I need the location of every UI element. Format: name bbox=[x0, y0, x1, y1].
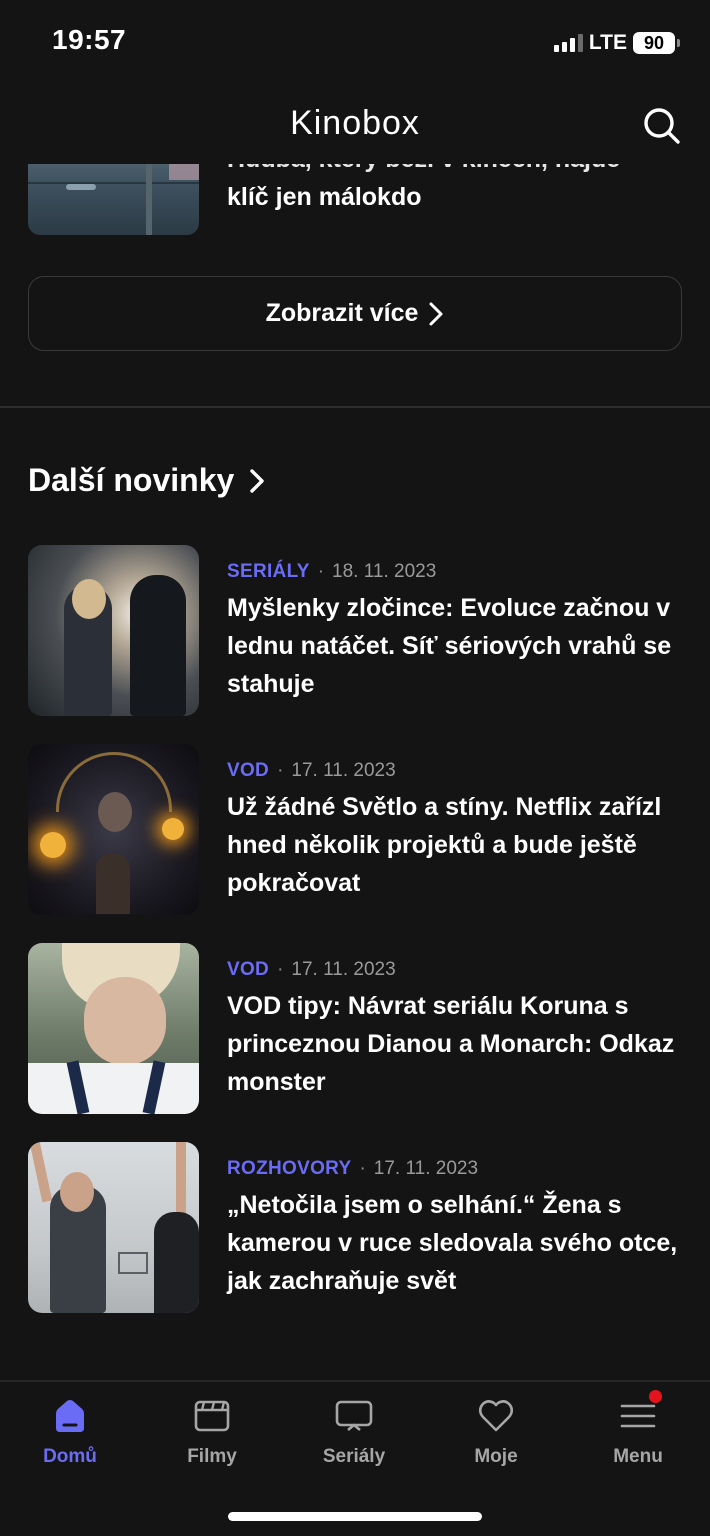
tab-label: Moje bbox=[474, 1446, 518, 1467]
tab-label: Menu bbox=[613, 1446, 663, 1467]
news-thumbnail bbox=[28, 744, 199, 915]
battery-icon: 90 bbox=[633, 32, 680, 54]
tab-label: Filmy bbox=[187, 1446, 237, 1467]
tv-icon bbox=[334, 1396, 374, 1436]
chevron-right-icon bbox=[429, 302, 443, 325]
news-title: Myšlenky zločince: Evoluce začnou v ledn… bbox=[227, 594, 672, 698]
show-more-button[interactable]: Zobrazit více bbox=[28, 276, 682, 351]
previous-article-title-line2: klíč jen málokdo bbox=[227, 183, 422, 211]
news-thumbnail bbox=[28, 545, 199, 716]
status-bar: 19:57 LTE 90 bbox=[0, 0, 710, 86]
meta-separator: · bbox=[277, 959, 284, 980]
home-indicator[interactable] bbox=[228, 1512, 482, 1521]
news-title: Už žádné Světlo a stíny. Netflix zařízl … bbox=[227, 793, 662, 897]
news-meta: VOD · 17. 11. 2023 bbox=[227, 959, 396, 981]
news-meta: VOD · 17. 11. 2023 bbox=[227, 760, 396, 782]
search-icon bbox=[644, 108, 680, 144]
meta-separator: · bbox=[317, 561, 325, 582]
news-title: VOD tipy: Návrat seriálu Koruna s prince… bbox=[227, 992, 675, 1096]
meta-separator: · bbox=[359, 1158, 366, 1179]
tab-menu[interactable]: Menu bbox=[578, 1390, 698, 1468]
search-button[interactable] bbox=[640, 104, 684, 148]
tab-films[interactable]: Filmy bbox=[152, 1396, 272, 1468]
battery-level: 90 bbox=[633, 32, 675, 54]
section-header-link[interactable]: Další novinky bbox=[28, 462, 266, 499]
tab-label: Seriály bbox=[322, 1446, 386, 1467]
news-item[interactable]: VOD · 17. 11. 2023 Už žádné Světlo a stí… bbox=[28, 744, 682, 916]
chevron-right-icon bbox=[250, 468, 264, 493]
news-title: „Netočila jsem o selhání.“ Žena s kamero… bbox=[227, 1191, 678, 1295]
news-meta: SERIÁLY · 18. 11. 2023 bbox=[227, 561, 436, 583]
news-date: 18. 11. 2023 bbox=[332, 561, 437, 582]
show-more-label: Zobrazit více bbox=[265, 299, 419, 327]
tab-series[interactable]: Seriály bbox=[294, 1396, 414, 1468]
meta-separator: · bbox=[277, 760, 284, 781]
home-icon bbox=[50, 1396, 90, 1436]
news-item[interactable]: ROZHOVORY · 17. 11. 2023 „Netočila jsem … bbox=[28, 1142, 682, 1314]
network-type: LTE bbox=[588, 31, 627, 54]
heart-icon bbox=[476, 1396, 516, 1436]
status-indicators: LTE 90 bbox=[553, 30, 680, 56]
app-logo[interactable]: Kinobox bbox=[0, 104, 710, 143]
news-category[interactable]: VOD bbox=[227, 760, 269, 782]
film-icon bbox=[192, 1396, 232, 1436]
tab-my[interactable]: Moje bbox=[436, 1396, 556, 1468]
news-item[interactable]: VOD · 17. 11. 2023 VOD tipy: Návrat seri… bbox=[28, 943, 682, 1115]
news-meta: ROZHOVORY · 17. 11. 2023 bbox=[227, 1158, 478, 1180]
status-time: 19:57 bbox=[52, 24, 127, 55]
menu-icon bbox=[618, 1390, 662, 1436]
news-item[interactable]: SERIÁLY · 18. 11. 2023 Myšlenky zločince… bbox=[28, 545, 682, 717]
tab-label: Domů bbox=[43, 1446, 97, 1467]
news-category[interactable]: ROZHOVORY bbox=[227, 1158, 351, 1180]
app-header: Kinobox bbox=[0, 86, 710, 164]
section-divider bbox=[0, 406, 710, 408]
notification-dot bbox=[649, 1390, 662, 1403]
signal-icon bbox=[553, 34, 583, 52]
news-date: 17. 11. 2023 bbox=[373, 1158, 479, 1179]
news-date: 17. 11. 2023 bbox=[291, 760, 396, 781]
tab-home[interactable]: Domů bbox=[10, 1396, 130, 1468]
news-thumbnail bbox=[28, 943, 199, 1114]
section-title: Další novinky bbox=[28, 462, 235, 498]
news-date: 17. 11. 2023 bbox=[291, 959, 396, 980]
news-category[interactable]: VOD bbox=[227, 959, 269, 981]
news-thumbnail bbox=[28, 1142, 199, 1313]
news-category[interactable]: SERIÁLY bbox=[227, 561, 310, 583]
